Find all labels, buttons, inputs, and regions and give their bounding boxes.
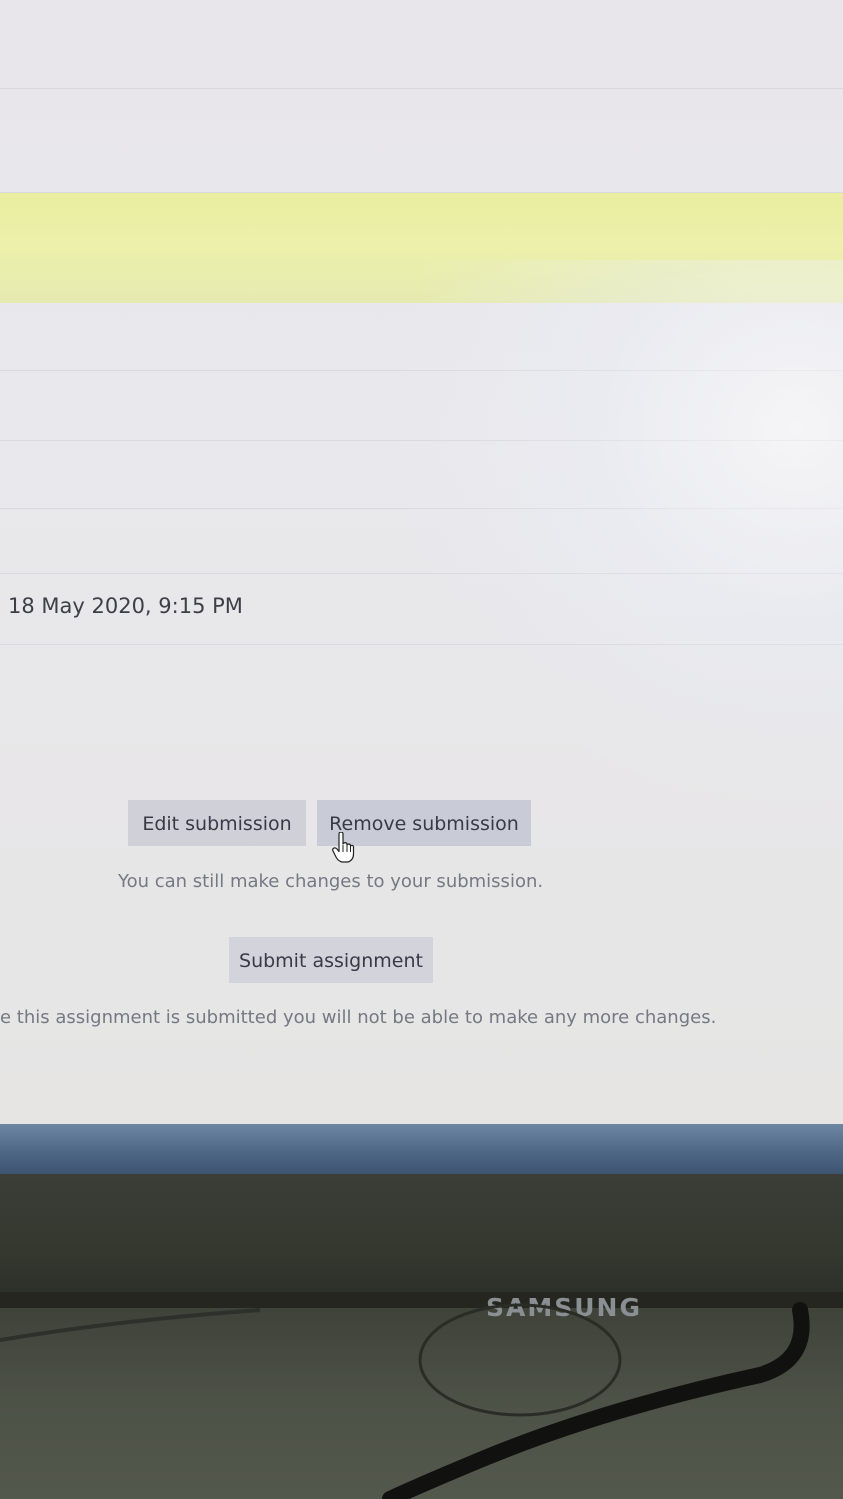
table-divider	[0, 88, 843, 89]
submit-assignment-button[interactable]: Submit assignment	[229, 937, 433, 983]
screen-glare	[380, 260, 843, 820]
hand-pointer-icon	[332, 832, 355, 863]
monitor-bezel	[0, 1174, 843, 1304]
changes-help-text: You can still make changes to your submi…	[118, 871, 544, 892]
table-divider	[0, 508, 843, 509]
table-divider	[0, 573, 843, 574]
table-divider	[0, 440, 843, 441]
due-date-value: 18 May 2020, 9:15 PM	[8, 594, 243, 618]
edit-submission-button[interactable]: Edit submission	[128, 800, 306, 846]
table-divider	[0, 370, 843, 371]
monitor-cable	[0, 1302, 810, 1499]
status-row-highlight	[0, 193, 843, 303]
submit-warning-text: e this assignment is submitted you will …	[0, 1007, 717, 1028]
table-divider	[0, 644, 843, 645]
photo-of-monitor: 18 May 2020, 9:15 PM Edit submission Rem…	[0, 0, 843, 1499]
browser-page: 18 May 2020, 9:15 PM Edit submission Rem…	[0, 0, 843, 1128]
taskbar	[0, 1124, 843, 1174]
